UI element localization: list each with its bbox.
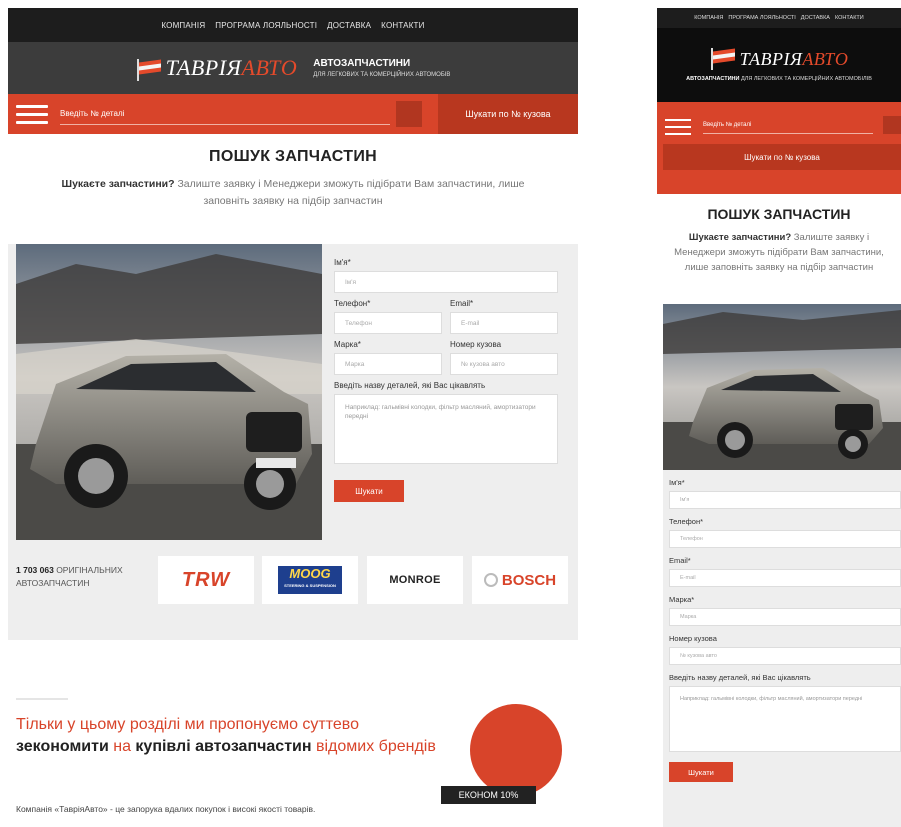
- mobile-logo[interactable]: ТАВРІЯАВТО: [710, 48, 849, 70]
- email-input[interactable]: E-mail: [450, 312, 558, 334]
- search-button[interactable]: [396, 101, 422, 127]
- car-image: [16, 244, 322, 540]
- bosch-ring-icon: [483, 573, 498, 587]
- mobile-request-form: Ім'я* Ім'я Телефон* Телефон Email* E-mai…: [663, 470, 901, 827]
- brand-monroe[interactable]: MONROE: [367, 556, 463, 604]
- mobile-name-input[interactable]: Ім'я: [669, 491, 901, 509]
- mobile-brand-input[interactable]: Марка: [669, 608, 901, 626]
- mobile-brand-bar: ТАВРІЯАВТО АВТОЗАПЧАСТИНИ ДЛЯ ЛЕГКОВИХ Т…: [657, 28, 901, 102]
- mobile-details-textarea[interactable]: Наприклад: гальмівні колодки, фільтр мас…: [669, 686, 901, 752]
- intro-text: Шукаєте запчастини? Залиште заявку і Мен…: [61, 178, 525, 207]
- request-section: Ім'я* Ім'я Телефон* Телефон Email* E-mai…: [8, 244, 578, 544]
- mobile-part-search-input[interactable]: Введіть № деталі: [703, 116, 873, 134]
- top-nav: КОМПАНІЯ ПРОГРАМА ЛОЯЛЬНОСТІ ДОСТАВКА КО…: [8, 8, 578, 42]
- mobile-tagline: АВТОЗАПЧАСТИНИ ДЛЯ ЛЕГКОВИХ ТА КОМЕРЦІЙН…: [686, 76, 872, 82]
- desktop-view: КОМПАНІЯ ПРОГРАМА ЛОЯЛЬНОСТІ ДОСТАВКА КО…: [8, 8, 578, 827]
- mobile-view: КОМПАНІЯ ПРОГРАМА ЛОЯЛЬНОСТІ ДОСТАВКА КО…: [657, 8, 901, 827]
- brand-input[interactable]: Марка: [334, 353, 442, 375]
- discount-badge: ЕКОНОМ 10%: [441, 786, 536, 804]
- details-textarea[interactable]: Наприклад: гальмівні колодки, фільтр мас…: [334, 394, 558, 464]
- vin-input[interactable]: № кузова авто: [450, 353, 558, 375]
- nav-contacts[interactable]: КОНТАКТИ: [381, 21, 424, 30]
- vin-search-button[interactable]: Шукати по № кузова: [438, 94, 578, 134]
- brand-trw[interactable]: TRW: [158, 556, 254, 604]
- mobile-vin-input[interactable]: № кузова авто: [669, 647, 901, 665]
- phone-input[interactable]: Телефон: [334, 312, 442, 334]
- mobile-search-button[interactable]: [883, 116, 901, 134]
- mobile-phone-input[interactable]: Телефон: [669, 530, 901, 548]
- mobile-email-input[interactable]: E-mail: [669, 569, 901, 587]
- mobile-top-nav: КОМПАНІЯ ПРОГРАМА ЛОЯЛЬНОСТІ ДОСТАВКА КО…: [657, 8, 901, 28]
- part-search-input[interactable]: Введіть № деталі: [60, 103, 390, 125]
- flag-icon: [710, 48, 736, 70]
- flag-icon: [136, 59, 162, 81]
- nav-company[interactable]: КОМПАНІЯ: [161, 21, 205, 30]
- mobile-vin-search-button[interactable]: Шукати по № кузова: [663, 144, 901, 170]
- tagline-title: АВТОЗАПЧАСТИНИ: [313, 58, 411, 69]
- logo[interactable]: ТАВРІЯАВТО: [136, 55, 298, 81]
- request-form: Ім'я* Ім'я Телефон* Телефон Email* E-mai…: [334, 252, 558, 502]
- tagline: АВТОЗАПЧАСТИНИ ДЛЯ ЛЕГКОВИХ ТА КОМЕРЦІЙН…: [313, 58, 450, 78]
- parts-count: 1 703 063 ОРИГІНАЛЬНИХ АВТОЗАПЧАСТИН: [16, 565, 123, 588]
- promo-heading: Тільки у цьому розділі ми пропонуємо сут…: [16, 716, 436, 755]
- promo-circle: [470, 704, 562, 796]
- brand-moog[interactable]: MOOG STEERING & SUSPENSION: [262, 556, 358, 604]
- mobile-intro-text: Шукаєте запчастини? Залиште заявку і Мен…: [674, 232, 884, 273]
- brand-bar: ТАВРІЯАВТО АВТОЗАПЧАСТИНИ ДЛЯ ЛЕГКОВИХ Т…: [8, 42, 578, 94]
- nav-delivery[interactable]: ДОСТАВКА: [327, 21, 371, 30]
- brand-bosch[interactable]: BOSCH: [472, 556, 568, 604]
- tagline-subtitle: ДЛЯ ЛЕГКОВИХ ТА КОМЕРЦІЙНИХ АВТОМОБІВ: [313, 72, 451, 78]
- page-title: ПОШУК ЗАПЧАСТИН: [209, 148, 377, 165]
- menu-icon[interactable]: [665, 114, 691, 140]
- mobile-submit-button[interactable]: Шукати: [669, 762, 733, 782]
- mobile-page-title: ПОШУК ЗАПЧАСТИН: [707, 206, 851, 222]
- submit-button[interactable]: Шукати: [334, 480, 404, 502]
- divider: [16, 698, 68, 700]
- brands-section: 1 703 063 ОРИГІНАЛЬНИХ АВТОЗАПЧАСТИН TRW…: [8, 544, 578, 640]
- nav-loyalty[interactable]: ПРОГРАМА ЛОЯЛЬНОСТІ: [215, 21, 317, 30]
- menu-icon[interactable]: [16, 100, 48, 129]
- search-bar: Введіть № деталі Шукати по № кузова: [8, 94, 578, 134]
- promo-subtext: Компанія «ТавріяАвто» - це запорука вдал…: [16, 804, 316, 814]
- name-input[interactable]: Ім'я: [334, 271, 558, 293]
- mobile-car-image: [663, 304, 901, 470]
- mobile-search-bar: Введіть № деталі Шукати по № кузова: [657, 102, 901, 194]
